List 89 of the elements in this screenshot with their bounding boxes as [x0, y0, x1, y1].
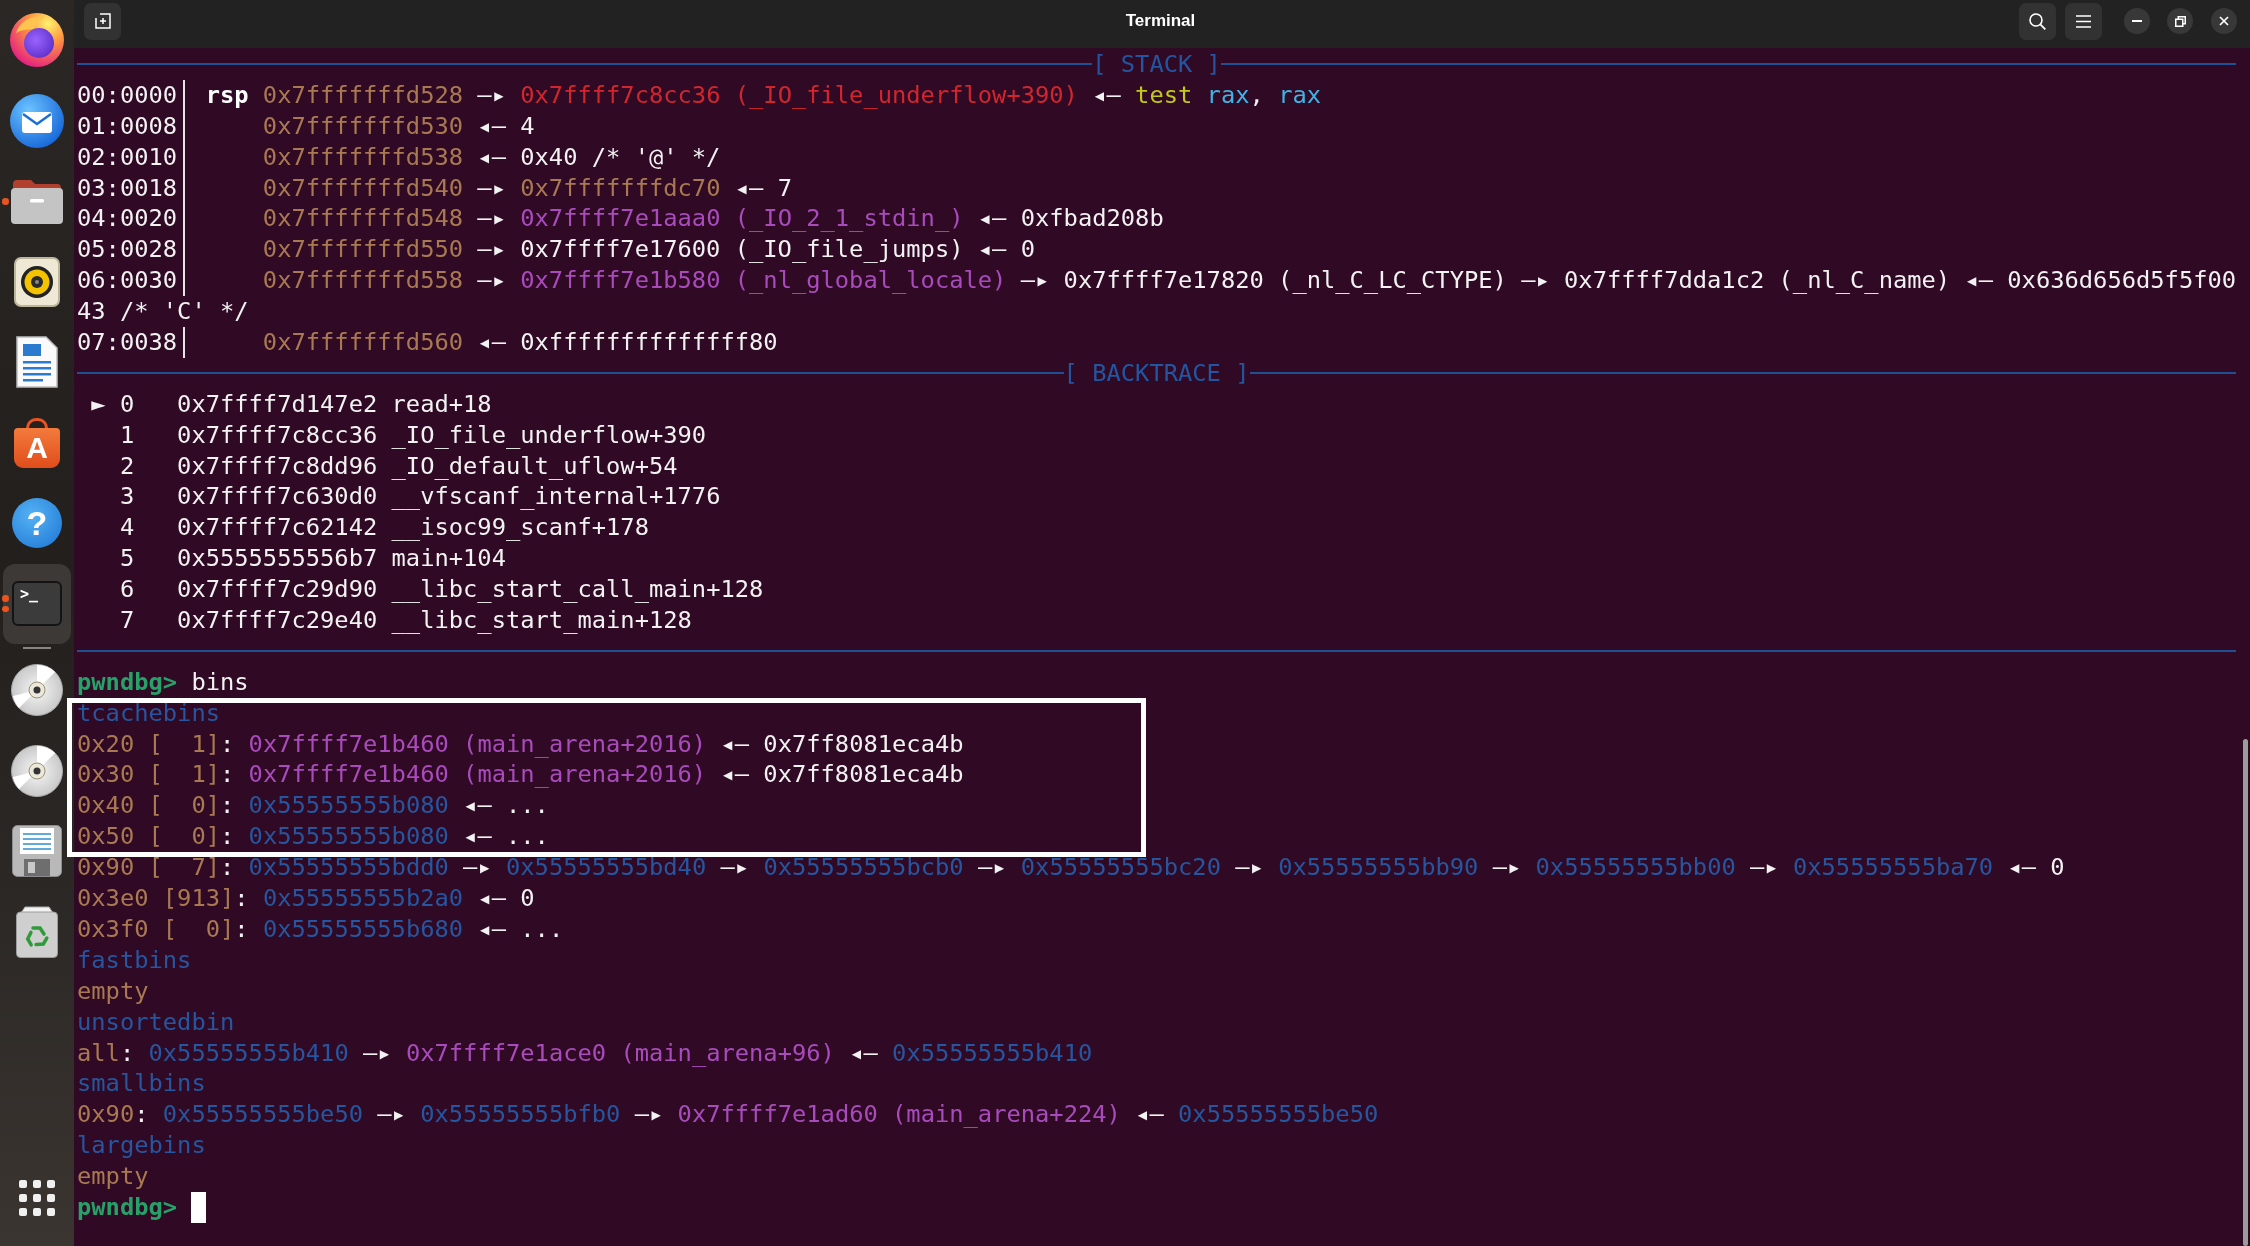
stack-offset: 03:0018: [77, 172, 178, 204]
stack-offset: 04:0020: [77, 203, 178, 235]
stack-entry-wrap: 43 /* 'C' */: [77, 296, 249, 328]
close-button[interactable]: [2211, 8, 2237, 34]
frame-address: 0x7ffff7c29e40: [177, 605, 378, 636]
stack-offset: 06:0030: [77, 265, 178, 297]
stack-offset: 07:0038: [77, 327, 178, 358]
frame-index: 5: [119, 543, 135, 575]
envelope-icon[interactable]: [10, 93, 64, 148]
frame-symbol: __libc_start_call_main+128: [391, 574, 764, 606]
stack-offset: 00:0000: [77, 79, 178, 111]
scrollbar-thumb[interactable]: [2243, 739, 2248, 1246]
frame-address: 0x5555555556b7: [177, 543, 378, 575]
folder-icon[interactable]: [11, 178, 63, 225]
command-text: bins: [191, 666, 249, 698]
prompt: pwndbg>: [77, 1191, 178, 1223]
frame-index: 6: [119, 574, 135, 606]
output-line: 0x90: 0x55555555be50 —▸ 0x55555555bfb0 —▸ 0x7ffff7e1ad60 (main_arena+224) ◂— 0x55555555be50: [77, 1099, 1379, 1131]
stack-offset: 01:0008: [77, 110, 178, 142]
output-line: 0x20 [ 1]: 0x7ffff7e1b460 (main_arena+2016) ◂— 0x7ff8081eca4b: [77, 728, 964, 760]
stack-entry: 0x7fffffffd538 ◂— 0x40 /* '@' */: [262, 141, 721, 173]
stack-entry: 0x7fffffffd548 —▸ 0x7ffff7e1aaa0 (_IO_2_1_stdin_) ◂— 0xfbad208b: [262, 203, 1164, 235]
search-icon: [2029, 12, 2046, 30]
stack-entry: 0x7fffffffd528 —▸ 0x7ffff7c8cc36 (_IO_file_underflow+390) ◂— test rax, rax: [262, 79, 1322, 111]
menu-button[interactable]: [2065, 2, 2102, 40]
output-line: 0x50 [ 0]: 0x55555555b080 ◂— ...: [77, 821, 549, 853]
frame-index: 7: [119, 605, 135, 636]
active-app-tile[interactable]: >_: [3, 563, 71, 644]
register-name: rsp: [205, 79, 249, 111]
stack-entry: 0x7fffffffd540 —▸ 0x7fffffffdc70 ◂— 7: [262, 172, 792, 204]
frame-symbol: _IO_file_underflow+390: [391, 419, 707, 451]
output-line: unsortedbin: [77, 1006, 235, 1038]
output-line: fastbins: [77, 944, 192, 976]
menu-icon: [2076, 14, 2091, 28]
new-tab-button[interactable]: [84, 2, 121, 40]
frame-address: 0x7ffff7c29d90: [177, 574, 378, 606]
minimize-icon: [2132, 20, 2142, 22]
disc-icon[interactable]: [11, 744, 63, 797]
stack-entry: 0x7fffffffd560 ◂— 0xffffffffffffff80: [262, 327, 778, 358]
frame-address: 0x7ffff7c8cc36: [177, 419, 378, 451]
output-line: 0x40 [ 0]: 0x55555555b080 ◂— ...: [77, 790, 549, 822]
frame-address: 0x7ffff7d147e2: [177, 388, 378, 420]
output-line: 0x3f0 [ 0]: 0x55555555b680 ◂— ...: [77, 913, 564, 945]
current-frame-marker: ►: [91, 388, 106, 420]
output-line: empty: [77, 975, 149, 1007]
frame-index: 3: [119, 481, 135, 513]
frame-address: 0x7ffff7c8dd96: [177, 450, 378, 482]
frame-index: 0: [119, 388, 135, 420]
frame-symbol: __isoc99_scanf+178: [391, 512, 649, 544]
terminal-icon[interactable]: >_: [12, 581, 62, 627]
frame-symbol: main+104: [391, 543, 506, 575]
stack-entry: 0x7fffffffd530 ◂— 4: [262, 110, 535, 142]
app-grid-icon[interactable]: [19, 1180, 55, 1216]
output-line: all: 0x55555555b410 —▸ 0x7ffff7e1ace0 (main_arena+96) ◂— 0x55555555b410: [77, 1037, 1093, 1069]
restore-icon: [2174, 15, 2186, 27]
speaker-icon[interactable]: [14, 256, 60, 307]
section-title: [ BACKTRACE ]: [1063, 357, 1250, 389]
restore-button[interactable]: [2167, 8, 2193, 34]
stack-offset: 02:0010: [77, 141, 178, 173]
frame-address: 0x7ffff7c630d0: [177, 481, 378, 513]
flame-globe-icon[interactable]: [10, 13, 64, 68]
output-line: empty: [77, 1161, 149, 1192]
output-line: 0x30 [ 1]: 0x7ffff7e1b460 (main_arena+2016) ◂— 0x7ff8081eca4b: [77, 759, 964, 791]
frame-symbol: _IO_default_uflow+54: [391, 450, 678, 482]
stack-entry: 0x7fffffffd558 —▸ 0x7ffff7e1b580 (_nl_global_locale) —▸ 0x7ffff7e17820 (_nl_C_LC_CTYPE) —▸ 0x7ffff7dda1c2 (_nl_C_name) ◂— 0x636d656d5f5f00: [262, 265, 2237, 297]
search-button[interactable]: [2019, 2, 2056, 40]
window-title: Terminal: [1125, 11, 1196, 31]
frame-address: 0x7ffff7c62142: [177, 512, 378, 544]
close-icon: [2219, 16, 2229, 26]
output-line: largebins: [77, 1130, 206, 1162]
frame-index: 2: [119, 450, 135, 482]
document-icon[interactable]: [16, 336, 58, 389]
output-line: smallbins: [77, 1068, 206, 1100]
minimize-button[interactable]: [2124, 8, 2150, 34]
frame-symbol: read+18: [391, 388, 492, 420]
disc-icon[interactable]: [11, 664, 63, 717]
stack-offset: 05:0028: [77, 234, 178, 266]
section-title: [ STACK ]: [1092, 49, 1221, 80]
stack-entry: 0x7fffffffd550 —▸ 0x7ffff7e17600 (_IO_file_jumps) ◂— 0: [262, 234, 1035, 266]
frame-index: 1: [119, 419, 135, 451]
frame-symbol: __libc_start_main+128: [391, 605, 692, 636]
frame-symbol: __vfscanf_internal+1776: [391, 481, 721, 513]
tab-plus-icon: [94, 13, 111, 29]
frame-index: 4: [119, 512, 135, 544]
output-line: 0x90 [ 7]: 0x55555555bdd0 —▸ 0x55555555bd40 —▸ 0x55555555bcb0 —▸ 0x55555555bc20 —▸ 0x55555555bb90 —▸ 0x55555555bb00 —▸ 0x55555555ba70 ◂— 0: [77, 852, 2065, 884]
trash-icon[interactable]: [16, 905, 58, 958]
output-line: 0x3e0 [913]: 0x55555555b2a0 ◂— 0: [77, 883, 535, 914]
output-line: tcachebins: [77, 697, 220, 729]
prompt: pwndbg>: [77, 666, 178, 698]
